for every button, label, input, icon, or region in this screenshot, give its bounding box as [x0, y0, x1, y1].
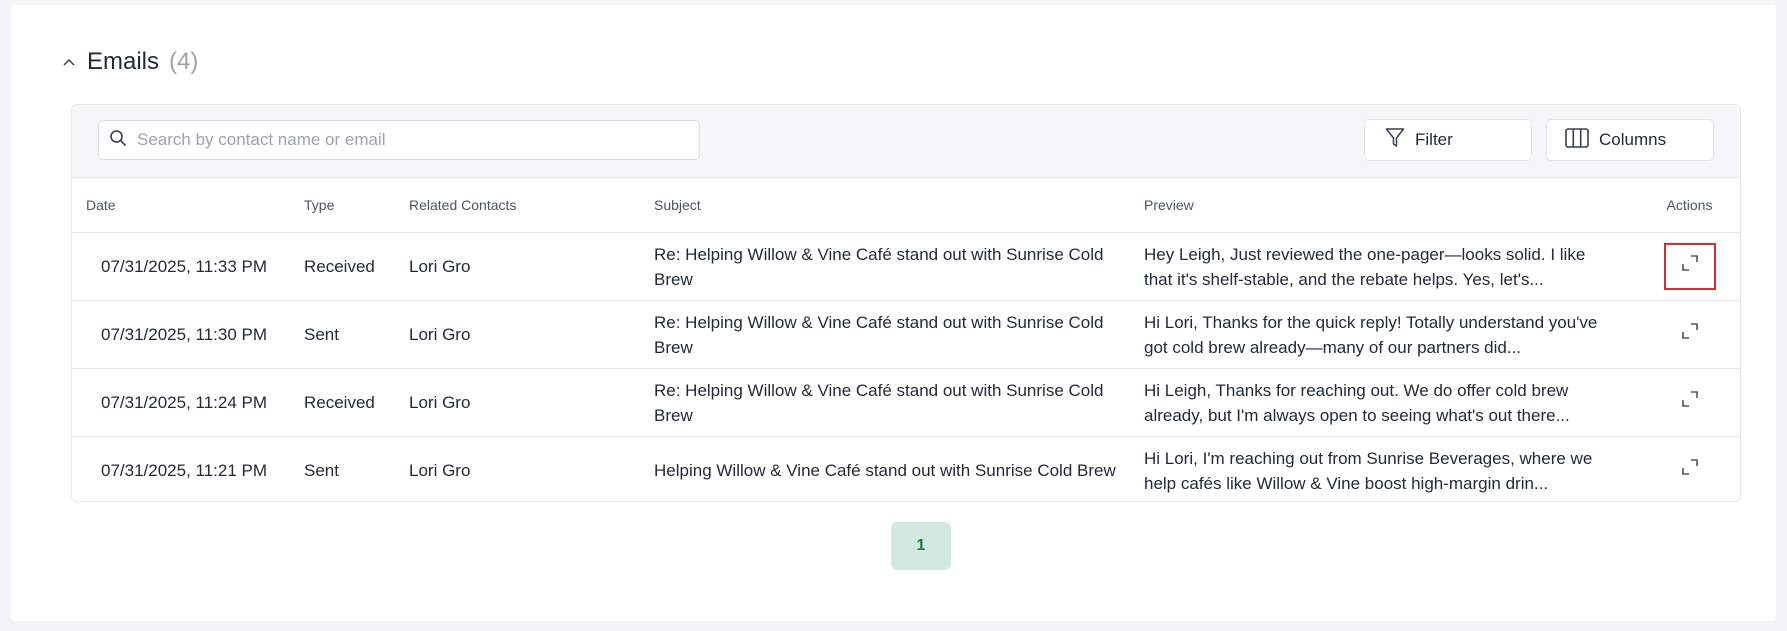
columns-button[interactable]: Columns: [1546, 119, 1714, 161]
chevron-up-icon[interactable]: [61, 54, 77, 70]
row-contacts[interactable]: Lori Gro: [409, 437, 654, 502]
row-subject: Re: Helping Willow & Vine Café stand out…: [654, 380, 1104, 425]
expand-icon: [1680, 321, 1700, 348]
row-subject: Re: Helping Willow & Vine Café stand out…: [654, 244, 1104, 289]
header-preview[interactable]: Preview: [1144, 178, 1639, 233]
emails-card: Emails (4) Filter Columns: [11, 5, 1776, 621]
header-type[interactable]: Type: [304, 178, 409, 233]
row-type: Sent: [304, 300, 409, 369]
section-title: Emails: [87, 48, 160, 75]
table-row[interactable]: 07/31/2025, 11:21 PM Sent Lori Gro Helpi…: [72, 437, 1740, 502]
table-row[interactable]: 07/31/2025, 11:33 PM Received Lori Gro R…: [72, 232, 1740, 301]
pagination-page-button[interactable]: 1: [891, 522, 951, 570]
section-header[interactable]: Emails (4): [61, 45, 198, 79]
row-subject: Helping Willow & Vine Café stand out wit…: [654, 461, 1116, 480]
row-contacts[interactable]: Lori Gro: [409, 368, 654, 437]
search-box[interactable]: [98, 120, 700, 160]
row-type: Received: [304, 232, 409, 301]
expand-icon: [1680, 253, 1700, 280]
row-date: 07/31/2025, 11:33 PM: [72, 232, 304, 301]
row-contacts[interactable]: Lori Gro: [409, 300, 654, 369]
row-type: Received: [304, 368, 409, 437]
expand-icon: [1680, 389, 1700, 416]
row-date: 07/31/2025, 11:30 PM: [72, 300, 304, 369]
row-preview: Hey Leigh, Just reviewed the one-pager—l…: [1144, 244, 1586, 289]
header-related-contacts[interactable]: Related Contacts: [409, 178, 654, 233]
search-icon: [109, 129, 127, 152]
columns-button-label: Columns: [1599, 130, 1667, 149]
expand-button[interactable]: [1663, 243, 1716, 290]
table-row[interactable]: 07/31/2025, 11:24 PM Received Lori Gro R…: [72, 368, 1740, 437]
filter-funnel-icon: [1385, 127, 1405, 154]
expand-icon: [1680, 457, 1700, 484]
columns-icon: [1565, 127, 1589, 153]
row-contacts[interactable]: Lori Gro: [409, 232, 654, 301]
row-date: 07/31/2025, 11:24 PM: [72, 368, 304, 437]
row-date: 07/31/2025, 11:21 PM: [101, 461, 268, 480]
expand-button[interactable]: [1664, 379, 1716, 426]
row-type: Sent: [304, 461, 339, 480]
row-preview: Hi Leigh, Thanks for reaching out. We do…: [1144, 380, 1570, 425]
emails-table: Date Type Related Contacts Subject Previ…: [72, 178, 1740, 502]
filter-button[interactable]: Filter: [1364, 119, 1532, 161]
search-input[interactable]: [135, 129, 699, 151]
emails-table-container: Filter Columns Date Type Related Contact…: [71, 104, 1741, 502]
row-subject: Re: Helping Willow & Vine Café stand out…: [654, 312, 1104, 357]
section-count: (4): [169, 48, 199, 75]
table-toolbar: Filter Columns: [72, 105, 1740, 178]
filter-button-label: Filter: [1415, 130, 1453, 149]
expand-button[interactable]: [1664, 311, 1716, 358]
table-row[interactable]: 07/31/2025, 11:30 PM Sent Lori Gro Re: H…: [72, 300, 1740, 369]
expand-button[interactable]: [1664, 447, 1716, 494]
row-preview: Hi Lori, I'm reaching out from Sunrise B…: [1144, 448, 1593, 493]
table-header-row: Date Type Related Contacts Subject Previ…: [72, 178, 1740, 233]
header-actions: Actions: [1639, 178, 1740, 233]
header-date[interactable]: Date: [72, 178, 304, 233]
header-subject[interactable]: Subject: [654, 178, 1144, 233]
row-preview: Hi Lori, Thanks for the quick reply! Tot…: [1144, 312, 1598, 357]
